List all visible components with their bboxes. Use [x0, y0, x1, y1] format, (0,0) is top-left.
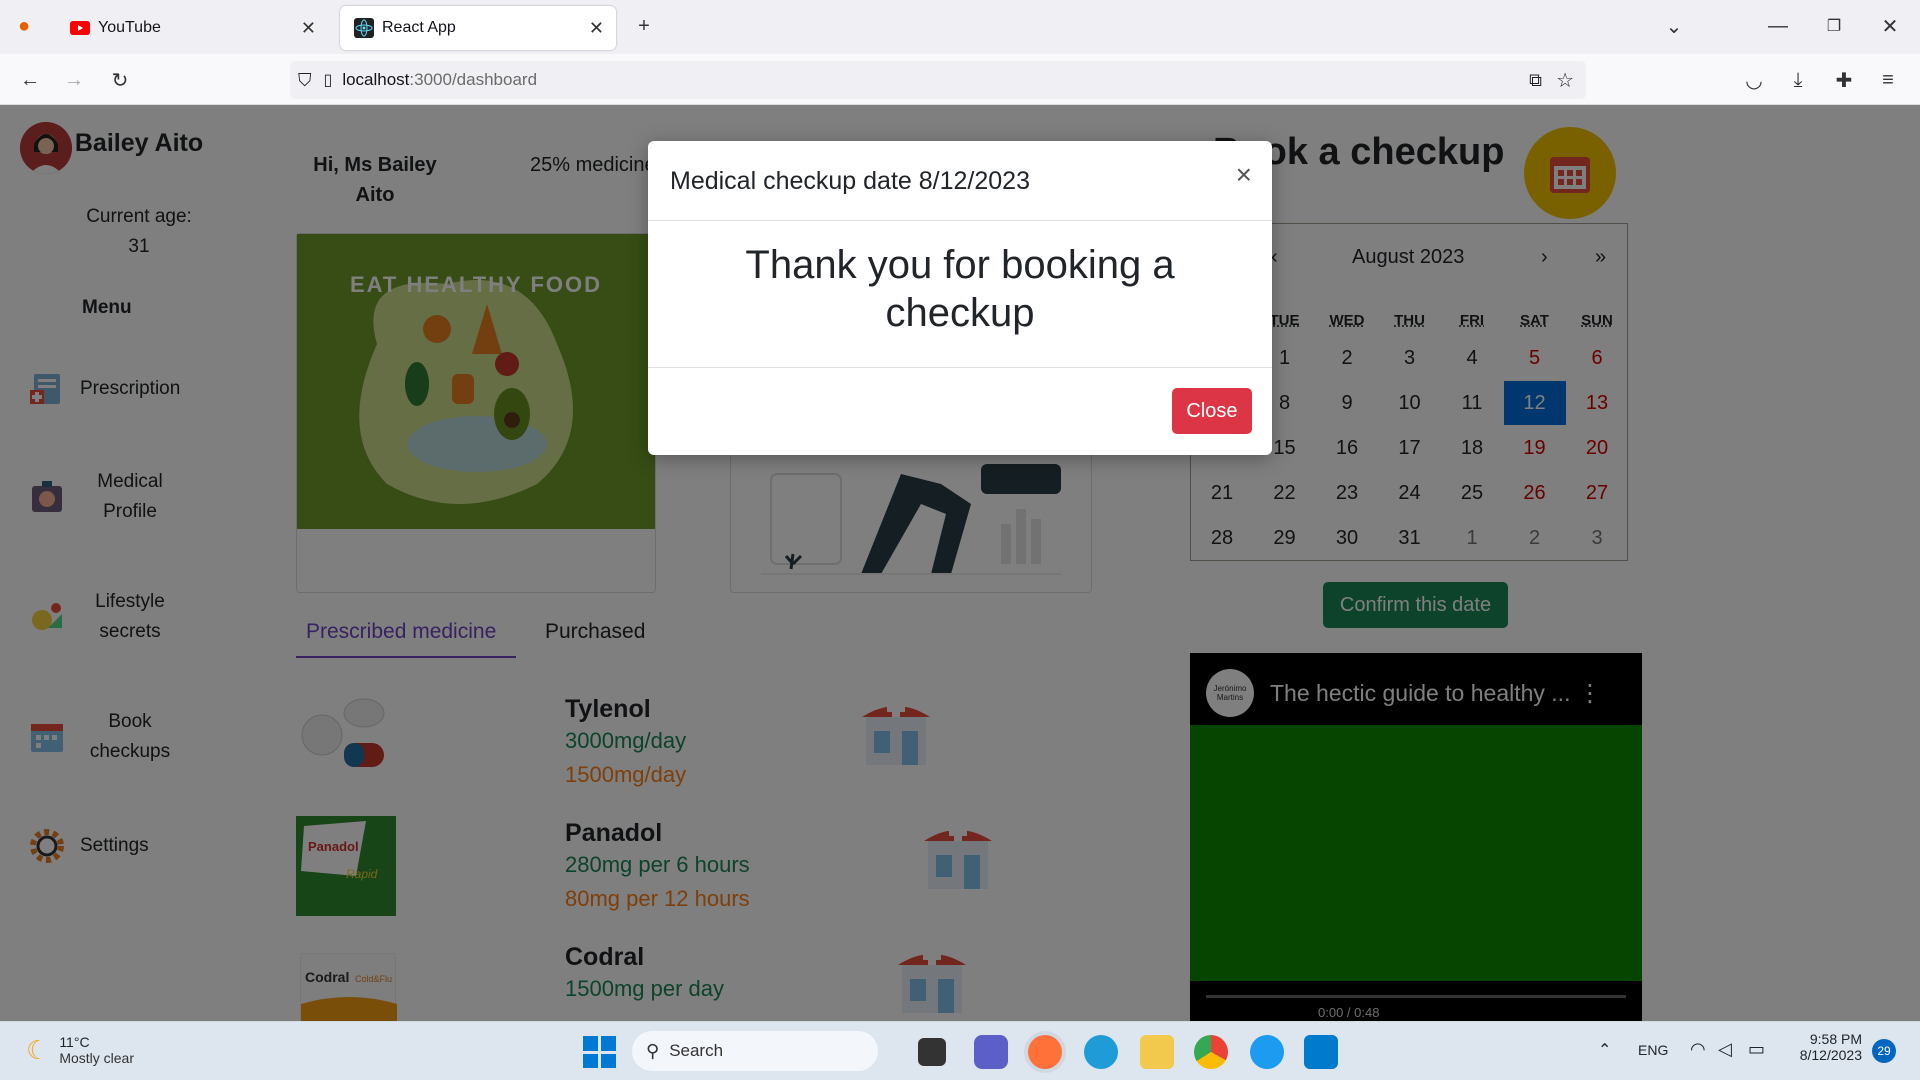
minimize-icon[interactable]: —: [1766, 14, 1790, 38]
address-bar[interactable]: ⛉ ▯ localhost:3000/dashboard ⧉ ☆: [290, 61, 1586, 99]
search-placeholder: Search: [669, 1041, 724, 1060]
weather-widget[interactable]: ☾ 11°C Mostly clear: [26, 1034, 134, 1066]
clock[interactable]: 9:58 PM 8/12/2023: [1790, 1031, 1862, 1063]
forward-icon[interactable]: →: [62, 68, 86, 92]
tab-label: React App: [382, 19, 456, 36]
bookmark-star-icon[interactable]: ☆: [1556, 68, 1574, 93]
close-tab-icon[interactable]: ✕: [301, 18, 316, 39]
browser-toolbar: ← → ↻ ⛉ ▯ localhost:3000/dashboard ⧉ ☆ ◡…: [0, 54, 1920, 105]
messenger-icon[interactable]: [1250, 1035, 1284, 1069]
tab-react-app[interactable]: React App ✕: [340, 6, 616, 50]
firefox-icon[interactable]: ●: [12, 14, 36, 38]
modal-close-icon[interactable]: ×: [1236, 159, 1252, 191]
modal-close-button[interactable]: Close: [1172, 388, 1252, 434]
window-close-icon[interactable]: ✕: [1878, 14, 1902, 38]
new-tab-icon[interactable]: +: [632, 14, 656, 38]
extensions-icon[interactable]: ✚: [1832, 68, 1856, 92]
pocket-icon[interactable]: ◡: [1742, 68, 1766, 92]
temperature: 11°C: [59, 1034, 90, 1050]
react-icon: [354, 18, 374, 38]
modal-header: Medical checkup date 8/12/2023 ×: [648, 141, 1272, 221]
modal-message: Thank you for booking a checkup: [745, 243, 1175, 335]
downloads-icon[interactable]: ⤓: [1786, 68, 1810, 92]
moon-weather-icon: ☾: [26, 1034, 50, 1065]
taskbar-search[interactable]: ⚲ Search: [632, 1031, 878, 1071]
screenshot-icon[interactable]: ⧉: [1529, 70, 1542, 91]
chevron-up-icon[interactable]: ⌃: [1598, 1040, 1611, 1060]
browser-tab-bar: ● YouTube ✕ React App ✕ + ⌄ — ❐ ✕: [0, 0, 1920, 54]
wifi-icon[interactable]: ◠: [1690, 1039, 1706, 1060]
search-icon: ⚲: [646, 1040, 660, 1061]
windows-taskbar: ☾ 11°C Mostly clear ⚲ Search ⌃ ENG ◠ ◁ ▭…: [0, 1021, 1920, 1080]
app-menu-icon[interactable]: ≡: [1876, 68, 1900, 92]
back-icon[interactable]: ←: [18, 68, 42, 92]
chrome-icon[interactable]: [1194, 1035, 1228, 1069]
close-tab-icon[interactable]: ✕: [589, 18, 604, 39]
restore-icon[interactable]: ❐: [1822, 14, 1846, 38]
battery-icon[interactable]: ▭: [1748, 1039, 1765, 1060]
tab-youtube[interactable]: YouTube ✕: [56, 6, 328, 50]
weather-condition: Mostly clear: [59, 1050, 134, 1066]
shield-icon: ⛉: [298, 69, 312, 90]
page-icon: ▯: [323, 72, 333, 89]
modal-title: Medical checkup date 8/12/2023: [670, 167, 1030, 195]
modal-divider: [648, 367, 1272, 368]
vscode-icon[interactable]: [1304, 1035, 1338, 1069]
url-host: localhost: [342, 70, 410, 89]
firefox-taskbar-icon[interactable]: [1028, 1035, 1062, 1069]
volume-icon[interactable]: ◁: [1718, 1039, 1732, 1060]
clock-time: 9:58 PM: [1809, 1031, 1862, 1047]
edge-icon[interactable]: [1084, 1035, 1118, 1069]
notification-badge[interactable]: 29: [1872, 1039, 1896, 1063]
start-icon[interactable]: [582, 1035, 616, 1069]
file-explorer-icon[interactable]: [1140, 1035, 1174, 1069]
tab-label: YouTube: [98, 19, 161, 36]
task-view-icon[interactable]: [918, 1038, 946, 1066]
booking-confirmation-modal: Medical checkup date 8/12/2023 × Thank y…: [648, 141, 1272, 455]
clock-date: 8/12/2023: [1799, 1047, 1862, 1063]
language-indicator[interactable]: ENG: [1638, 1042, 1668, 1058]
youtube-icon: [70, 18, 90, 38]
reload-icon[interactable]: ↻: [108, 68, 132, 92]
url-path: :3000/dashboard: [409, 70, 538, 89]
list-tabs-icon[interactable]: ⌄: [1662, 14, 1686, 38]
teams-icon[interactable]: [974, 1035, 1008, 1069]
